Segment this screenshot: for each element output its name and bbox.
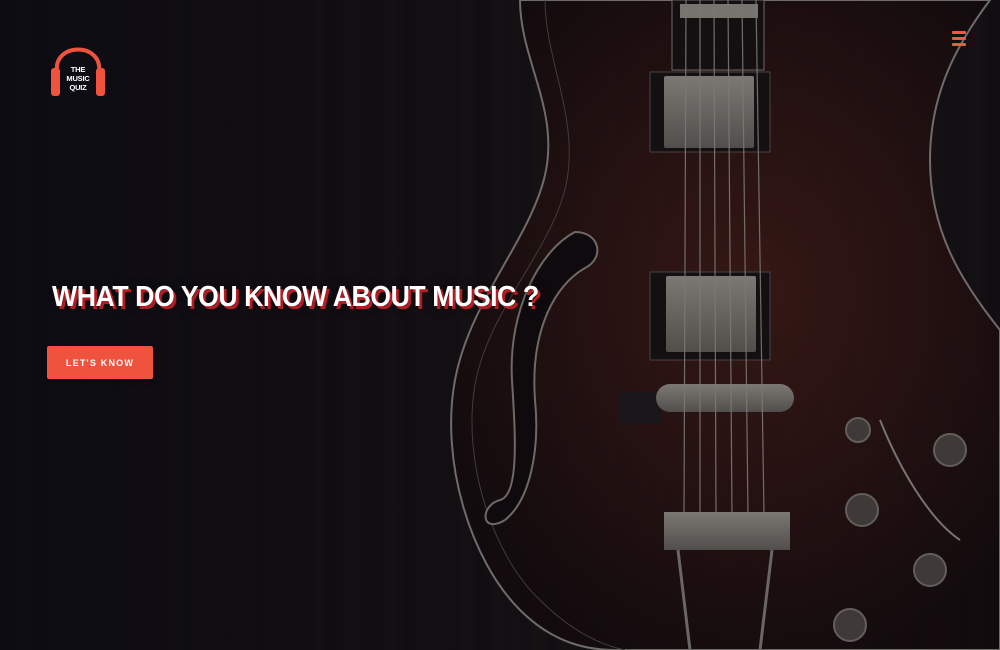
site-logo[interactable]: THE MUSIC QUIZ — [48, 28, 108, 100]
logo-line-1: THE — [70, 65, 86, 74]
logo-wordmark: THE MUSIC QUIZ — [62, 65, 94, 92]
hamburger-menu-icon[interactable] — [952, 31, 966, 47]
logo-line-3: QUIZ — [69, 83, 87, 92]
logo-line-2: MUSIC — [66, 74, 90, 83]
guitar-background-image — [0, 0, 1000, 650]
hero-section: THE MUSIC QUIZ WHAT DO YOU KNOW ABOUT MU… — [0, 0, 1000, 650]
menu-bar — [952, 37, 966, 40]
hero-headline: WHAT DO YOU KNOW ABOUT MUSIC ? — [52, 281, 539, 313]
menu-bar — [952, 43, 966, 46]
lets-know-button[interactable]: LET'S KNOW — [47, 346, 153, 379]
menu-bar — [952, 31, 966, 34]
